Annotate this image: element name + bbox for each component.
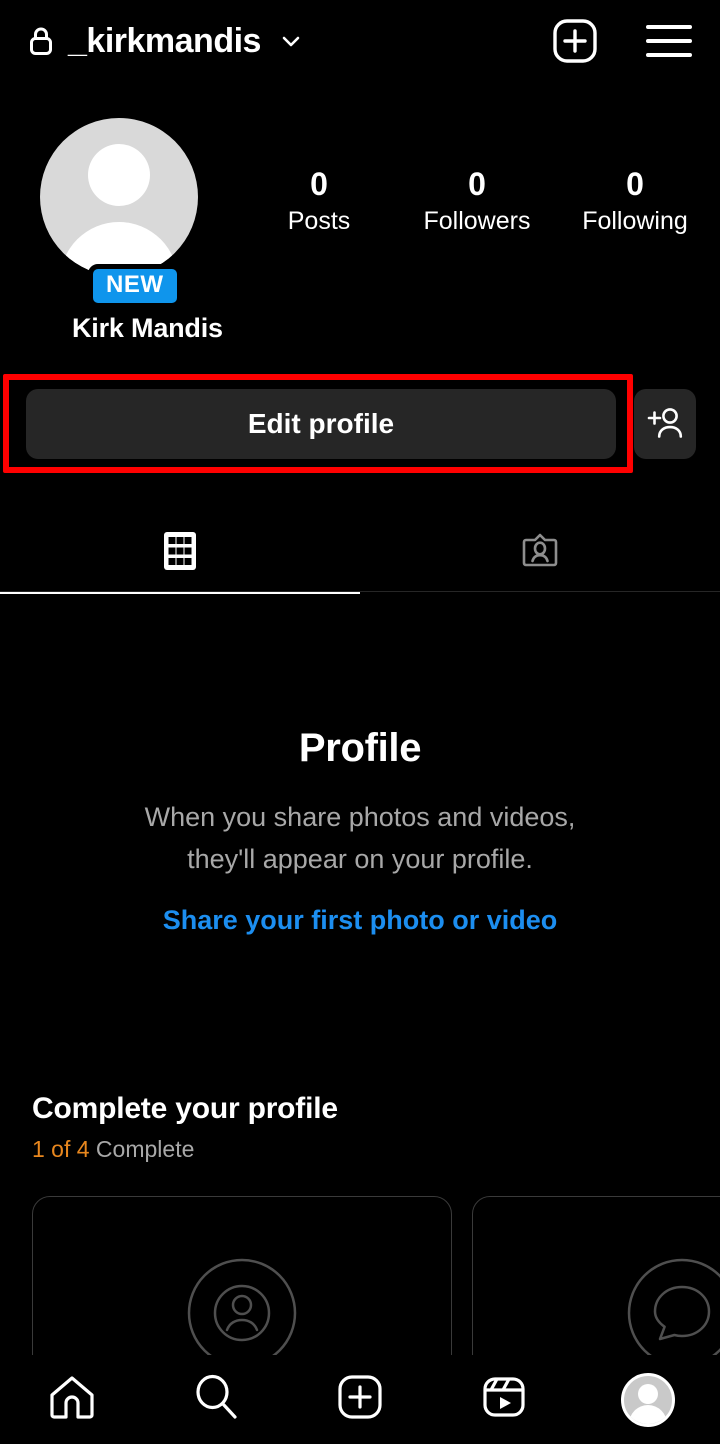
header-actions [552, 18, 692, 64]
home-icon [46, 1371, 98, 1428]
nav-profile[interactable] [576, 1372, 720, 1427]
stat-followers[interactable]: 0 Followers [398, 166, 556, 236]
nav-home[interactable] [0, 1371, 144, 1428]
complete-profile-progress: 1 of 4 Complete [32, 1136, 692, 1163]
nav-avatar-body [629, 1404, 667, 1424]
tab-grid[interactable] [0, 512, 360, 594]
empty-state-description: When you share photos and videos, they'l… [0, 797, 720, 881]
bottom-navigation-bar [0, 1355, 720, 1444]
new-badge: NEW [88, 264, 182, 308]
empty-state-title: Profile [298, 726, 422, 770]
stat-followers-value: 0 [468, 166, 486, 202]
profile-summary: NEW Kirk Mandis 0 Posts 0 Followers 0 Fo… [0, 118, 720, 343]
lock-icon [28, 26, 54, 56]
app-header: _kirkmandis [0, 0, 720, 82]
avatar-head [88, 144, 150, 206]
hamburger-menu-icon[interactable] [646, 23, 692, 59]
empty-state: Profile When you share photos and videos… [0, 726, 720, 936]
stat-following-value: 0 [626, 166, 644, 202]
avatar[interactable] [40, 118, 198, 276]
stat-followers-label: Followers [423, 206, 531, 235]
nav-search[interactable] [144, 1371, 288, 1428]
stat-posts-label: Posts [287, 206, 351, 235]
nav-reels[interactable] [432, 1371, 576, 1428]
complete-profile-count: 1 of 4 [32, 1136, 90, 1162]
instagram-profile-screen: _kirkmandis NEW Kirk Mandis 0 Posts 0 Fo… [0, 0, 720, 1444]
complete-profile-section: Complete your profile 1 of 4 Complete [32, 1092, 692, 1163]
discover-people-button[interactable] [634, 389, 696, 459]
empty-state-line1: When you share photos and videos, [144, 802, 576, 832]
nav-avatar-head [638, 1383, 658, 1404]
edit-profile-button[interactable]: Edit profile [26, 389, 616, 459]
profile-action-row: Edit profile [0, 389, 720, 459]
share-first-photo-link[interactable]: Share your first photo or video [163, 905, 558, 936]
header-username: _kirkmandis [68, 22, 261, 60]
stat-following-label: Following [582, 206, 688, 235]
add-person-icon [646, 405, 684, 444]
plus-box-icon [334, 1371, 386, 1428]
tagged-person-icon [518, 529, 562, 578]
tabs-divider [0, 591, 720, 592]
empty-state-line2: they'll appear on your profile. [187, 843, 533, 874]
avatar-icon [621, 1372, 675, 1427]
plus-box-icon[interactable] [552, 18, 598, 64]
reels-icon [478, 1371, 530, 1428]
nav-create[interactable] [288, 1371, 432, 1428]
complete-profile-title: Complete your profile [32, 1092, 338, 1125]
header-username-group[interactable]: _kirkmandis [28, 24, 303, 58]
stat-posts[interactable]: 0 Posts [240, 166, 398, 236]
profile-stats: 0 Posts 0 Followers 0 Following [240, 118, 720, 236]
display-name: Kirk Mandis [72, 313, 223, 343]
grid-icon [158, 529, 202, 578]
tab-tagged[interactable] [360, 512, 720, 594]
stat-posts-value: 0 [310, 166, 328, 202]
profile-tabs [0, 512, 720, 594]
search-icon [190, 1371, 242, 1428]
complete-profile-suffix: Complete [89, 1136, 195, 1162]
avatar-container[interactable]: NEW Kirk Mandis [40, 118, 240, 343]
stat-following[interactable]: 0 Following [556, 166, 714, 236]
chevron-down-icon[interactable] [279, 29, 303, 53]
